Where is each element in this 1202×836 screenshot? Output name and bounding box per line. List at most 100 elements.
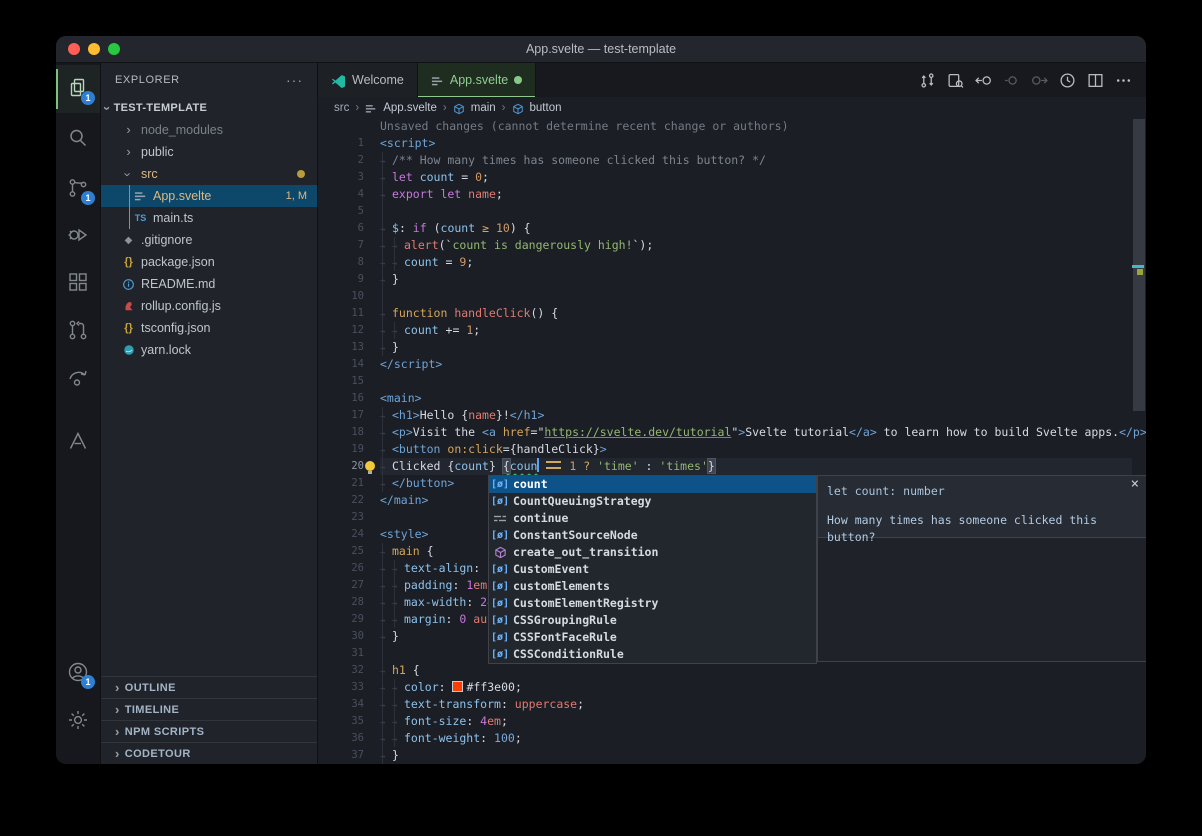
suggest-item-CSSGroupingRule[interactable]: [ø]CSSGroupingRule bbox=[489, 612, 816, 629]
explorer-more-actions-icon[interactable]: ··· bbox=[286, 72, 303, 88]
file-item-gitignore[interactable]: ◆.gitignore bbox=[101, 229, 317, 251]
more-actions-icon[interactable] bbox=[1115, 72, 1132, 89]
line-number: 20 bbox=[318, 458, 364, 475]
file-item-app-svelte[interactable]: App.svelte1, M bbox=[101, 185, 317, 207]
suggest-item-ConstantSourceNode[interactable]: [ø]ConstantSourceNode bbox=[489, 527, 816, 544]
section-outline[interactable]: ›OUTLINE bbox=[101, 676, 317, 699]
activity-azure[interactable] bbox=[66, 429, 90, 453]
json-icon: {} bbox=[121, 322, 136, 334]
code-line-7[interactable]: 7→→alert(`count is dangerously high!`); bbox=[318, 237, 1146, 254]
code-line-37[interactable]: 37→} bbox=[318, 747, 1146, 764]
code-line-blame[interactable]: Unsaved changes (cannot determine recent… bbox=[318, 118, 1146, 135]
code-line-11[interactable]: 11→function handleClick() { bbox=[318, 305, 1146, 322]
settings-button[interactable] bbox=[66, 708, 90, 732]
suggest-item-CountQueuingStrategy[interactable]: [ø]CountQueuingStrategy bbox=[489, 493, 816, 510]
accounts-button[interactable]: 1 bbox=[66, 660, 90, 684]
activity-explorer[interactable]: 1 bbox=[66, 76, 90, 100]
code-line-34[interactable]: 34→→text-transform: uppercase; bbox=[318, 696, 1146, 713]
editor-scrollbar[interactable] bbox=[1132, 118, 1146, 764]
previous-change-icon[interactable] bbox=[975, 72, 992, 89]
code-line-19[interactable]: 19→<button on:click={handleClick}> bbox=[318, 441, 1146, 458]
suggest-item-CSSConditionRule[interactable]: [ø]CSSConditionRule bbox=[489, 646, 816, 663]
suggest-item-continue[interactable]: continue bbox=[489, 510, 816, 527]
code-line-16[interactable]: 16<main> bbox=[318, 390, 1146, 407]
code-line-5[interactable]: 5 bbox=[318, 203, 1146, 220]
code-line-10[interactable]: 10 bbox=[318, 288, 1146, 305]
code-line-13[interactable]: 13→} bbox=[318, 339, 1146, 356]
suggest-item-customElements[interactable]: [ø]customElements bbox=[489, 578, 816, 595]
code-line-35[interactable]: 35→→font-size: 4em; bbox=[318, 713, 1146, 730]
file-label: .gitignore bbox=[141, 233, 192, 247]
activity-run-debug[interactable] bbox=[66, 223, 90, 247]
suggest-item-CSSFontFaceRule[interactable]: [ø]CSSFontFaceRule bbox=[489, 629, 816, 646]
file-label: tsconfig.json bbox=[141, 321, 210, 335]
code-line-3[interactable]: 3→let count = 0; bbox=[318, 169, 1146, 186]
code-line-8[interactable]: 8→→count = 9; bbox=[318, 254, 1146, 271]
section-npm-scripts[interactable]: ›NPM SCRIPTS bbox=[101, 720, 317, 743]
modified-dot-icon[interactable] bbox=[514, 76, 522, 84]
file-item-rollup-config-js[interactable]: rollup.config.js bbox=[101, 295, 317, 317]
zoom-window-button[interactable] bbox=[108, 43, 120, 55]
file-history-icon[interactable] bbox=[1059, 72, 1076, 89]
line-number: 29 bbox=[318, 611, 364, 628]
code-line-36[interactable]: 36→→font-weight: 100; bbox=[318, 730, 1146, 747]
suggest-item-create_out_transition[interactable]: create_out_transition bbox=[489, 544, 816, 561]
file-item-tsconfig-json[interactable]: {} tsconfig.json bbox=[101, 317, 317, 339]
file-item-yarn-lock[interactable]: yarn.lock bbox=[101, 339, 317, 361]
open-changes-preview-icon[interactable] bbox=[947, 72, 964, 89]
symbol-variable-icon: [ø] bbox=[492, 595, 508, 612]
symbol-keyword-icon bbox=[492, 512, 508, 526]
workspace-root-folder[interactable]: › TEST-TEMPLATE bbox=[101, 97, 317, 119]
code-editor[interactable]: Unsaved changes (cannot determine recent… bbox=[318, 118, 1146, 764]
suggest-item-CustomElementRegistry[interactable]: [ø]CustomElementRegistry bbox=[489, 595, 816, 612]
code-line-14[interactable]: 14</script> bbox=[318, 356, 1146, 373]
file-item-src[interactable]: ›src bbox=[101, 163, 317, 185]
tab-app-svelte[interactable]: App.svelte bbox=[418, 63, 536, 97]
split-editor-icon[interactable] bbox=[1087, 72, 1104, 89]
code-line-17[interactable]: 17→<h1>Hello {name}!</h1> bbox=[318, 407, 1146, 424]
minimize-window-button[interactable] bbox=[88, 43, 100, 55]
close-window-button[interactable] bbox=[68, 43, 80, 55]
lightbulb-icon[interactable] bbox=[365, 461, 375, 471]
suggest-item-count[interactable]: [ø]count bbox=[489, 476, 816, 493]
file-item-public[interactable]: ›public bbox=[101, 141, 317, 163]
line-number: 15 bbox=[318, 373, 364, 390]
code-line-6[interactable]: 6→$: if (count ≥ 10) { bbox=[318, 220, 1146, 237]
code-line-9[interactable]: 9→} bbox=[318, 271, 1146, 288]
code-line-1[interactable]: 1<script> bbox=[318, 135, 1146, 152]
line-number: 23 bbox=[318, 509, 364, 526]
code-line-20[interactable]: 20→Clicked {count} {coun 1 ? 'time' : 't… bbox=[318, 458, 1146, 475]
title-bar[interactable]: App.svelte — test-template bbox=[56, 36, 1146, 63]
file-item-node-modules[interactable]: ›node_modules bbox=[101, 119, 317, 141]
code-line-33[interactable]: 33→→color: #ff3e00; bbox=[318, 679, 1146, 696]
activity-extensions[interactable] bbox=[66, 270, 90, 294]
file-item-main-ts[interactable]: TSmain.ts bbox=[101, 207, 317, 229]
file-item-package-json[interactable]: {}package.json bbox=[101, 251, 317, 273]
code-line-32[interactable]: 32→h1 { bbox=[318, 662, 1146, 679]
section-timeline[interactable]: ›TIMELINE bbox=[101, 698, 317, 721]
code-line-4[interactable]: 4→export let name; bbox=[318, 186, 1146, 203]
code-line-2[interactable]: 2→/** How many times has someone clicked… bbox=[318, 152, 1146, 169]
compare-changes-icon[interactable] bbox=[919, 72, 936, 89]
file-item-readme-md[interactable]: README.md bbox=[101, 273, 317, 295]
activity-github-pr[interactable] bbox=[66, 318, 90, 342]
gear-icon bbox=[66, 708, 90, 732]
code-line-15[interactable]: 15 bbox=[318, 373, 1146, 390]
breadcrumb-button[interactable]: button bbox=[530, 102, 562, 114]
activity-live-share[interactable] bbox=[66, 366, 90, 390]
breadcrumb-main[interactable]: main bbox=[471, 102, 496, 114]
git-status-badge: 1, M bbox=[286, 190, 307, 202]
activity-source-control[interactable]: 1 bbox=[66, 176, 90, 200]
traffic-lights bbox=[68, 43, 120, 55]
code-line-12[interactable]: 12→→count += 1; bbox=[318, 322, 1146, 339]
tab-welcome[interactable]: Welcome bbox=[318, 63, 418, 97]
svelte-file-icon bbox=[431, 75, 444, 88]
code-line-18[interactable]: 18→<p>Visit the <a href="https://svelte.… bbox=[318, 424, 1146, 441]
suggest-item-CustomEvent[interactable]: [ø]CustomEvent bbox=[489, 561, 816, 578]
activity-search[interactable] bbox=[66, 126, 90, 150]
section-codetour-label: CODETOUR bbox=[125, 748, 191, 760]
section-codetour[interactable]: ›CODETOUR bbox=[101, 742, 317, 764]
breadcrumb-file[interactable]: App.svelte bbox=[383, 102, 437, 114]
breadcrumb-src[interactable]: src bbox=[334, 102, 349, 114]
line-number: 27 bbox=[318, 577, 364, 594]
